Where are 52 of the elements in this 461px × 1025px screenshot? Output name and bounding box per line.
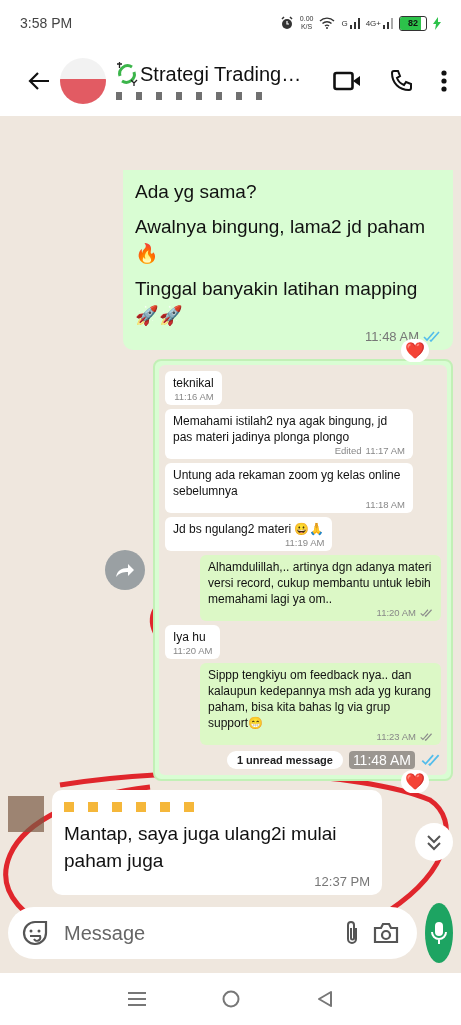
back-icon[interactable] — [316, 990, 333, 1008]
group-avatar[interactable] — [60, 58, 106, 104]
blurred-avatar — [8, 796, 44, 832]
message-text: Jd bs ngulang2 materi 😀🙏 — [173, 522, 325, 536]
message-text: Tinggal banyakin latihan mapping 🚀🚀 — [135, 277, 419, 328]
home-icon[interactable] — [222, 990, 241, 1008]
signal-icon — [383, 17, 393, 29]
voice-message-button[interactable] — [425, 903, 453, 963]
message-time: 11:16 AM — [174, 391, 214, 403]
microphone-icon — [431, 921, 447, 945]
message-time: 11:17 AM — [365, 445, 405, 457]
alarm-icon — [279, 16, 294, 30]
message-time: 11:20 AM — [376, 607, 416, 619]
currency-exchange-icon — [116, 62, 138, 86]
message-input[interactable]: Message — [62, 920, 331, 946]
network-type: G — [341, 19, 348, 28]
video-call-icon[interactable] — [333, 71, 361, 91]
message-text: Ada yg sama? — [135, 180, 258, 204]
reaction-badge[interactable]: ❤ — [401, 770, 429, 793]
scroll-down-button[interactable] — [415, 823, 453, 861]
unread-banner: 1 unread message — [226, 751, 343, 769]
message-time: 11:48 AM — [348, 751, 415, 769]
back-arrow-icon[interactable] — [28, 72, 50, 90]
message-text: teknikal — [173, 376, 214, 390]
network-type: 4G+ — [365, 19, 381, 28]
edited-label: Edited — [334, 445, 362, 457]
wifi-icon — [319, 17, 336, 29]
forward-icon[interactable] — [105, 550, 145, 590]
message-text: Awalnya bingung, lama2 jd paham🔥 — [135, 215, 427, 266]
status-time: 3:58 PM — [20, 15, 73, 31]
attachment-icon[interactable] — [345, 920, 359, 946]
message-time: 11:19 AM — [284, 537, 325, 549]
message-field[interactable]: Message — [8, 907, 417, 959]
message-text: Sippp tengkiyu om feedback nya.. dan kalaupun kedepannya msh ada yg kurang paham, bisa kita bahas lg via grup support😁 — [208, 668, 431, 730]
menu-icon[interactable] — [128, 991, 147, 1007]
camera-icon[interactable] — [373, 922, 399, 944]
sticker-icon[interactable] — [22, 920, 48, 946]
message-text: Memahami istilah2 nya agak bingung, jd pas materi jadinya plonga plongo — [173, 414, 388, 444]
message-text: Untung ada rekaman zoom yg kelas online sebelumnya — [173, 468, 401, 498]
message-text: Mantap, saya juga ulang2i mulai paham juga — [64, 822, 338, 873]
signal-icon — [349, 17, 360, 29]
message-time: 12:37 PM — [314, 874, 370, 889]
message-text: Alhamdulillah,.. artinya dgn adanya materi versi record, cukup membantu untuk lebih memahami lagi ya om.. — [208, 560, 432, 606]
chat-title[interactable]: Strategi Trading… — [140, 62, 302, 86]
message-text: Iya hu — [173, 630, 206, 644]
more-options-icon[interactable] — [441, 70, 447, 92]
phone-call-icon[interactable] — [389, 69, 413, 93]
message-time: 11:20 AM — [173, 645, 213, 657]
message-time: 11:23 AM — [376, 731, 416, 743]
message-time: 11:18 AM — [365, 499, 405, 511]
chevrons-down-icon — [426, 833, 442, 851]
battery-indicator: 82 — [399, 15, 427, 31]
